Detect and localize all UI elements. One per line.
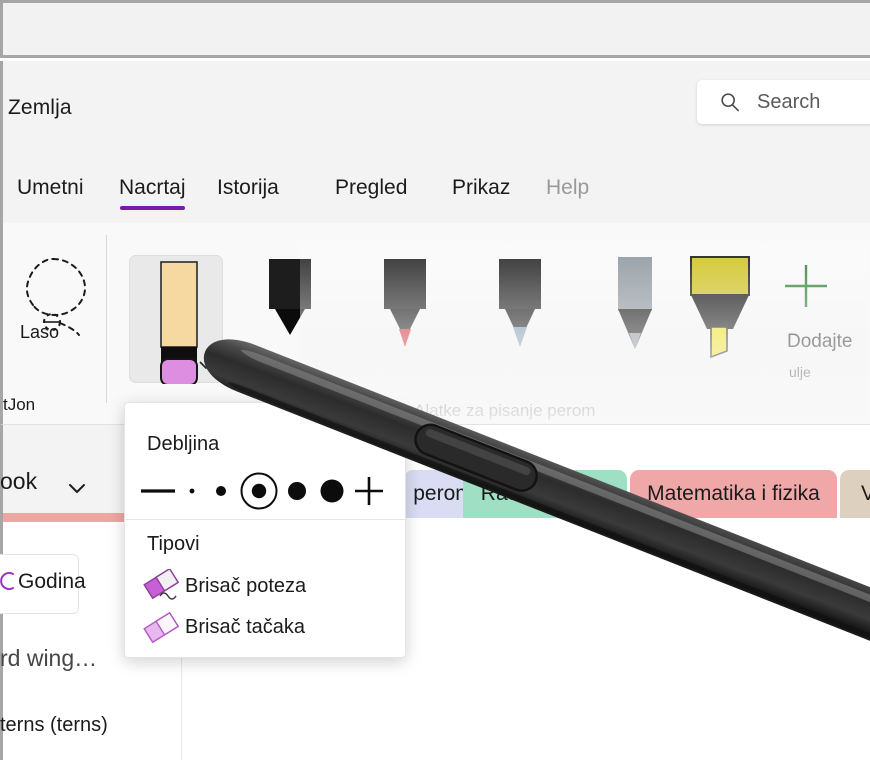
tab-umetni[interactable]: Umetni	[17, 176, 84, 204]
section-tab-radne-stavke[interactable]: Radne stavke	[463, 470, 627, 518]
pen-tool-black[interactable]	[243, 255, 337, 383]
page-list-item-wing[interactable]: rd wing…	[0, 645, 97, 672]
tab-nacrtaj[interactable]: Nacrtaj	[119, 176, 186, 210]
pen-red-icon	[384, 259, 426, 347]
pen-tool-blue[interactable]	[473, 255, 567, 383]
thickness-xxs	[189, 488, 195, 494]
thickness-s	[240, 472, 278, 510]
search-icon	[719, 91, 741, 113]
page-item-label: Godina	[18, 570, 86, 593]
page-bullet-icon	[0, 572, 16, 590]
thickness-options-row	[125, 463, 407, 519]
ribbon-tab-strip: Umetni Nacrtaj Istorija Pregled Prikaz H…	[0, 162, 870, 223]
pencil-gray-icon	[618, 257, 652, 349]
eraser-options-flyout: Debljina Tipovi Brisač poteza Brisač tač…	[124, 402, 407, 658]
lasso-button[interactable]	[11, 241, 97, 369]
thickness-xs	[216, 486, 226, 496]
chevron-down-icon[interactable]	[66, 477, 88, 499]
pen-tool-highlighter[interactable]	[675, 255, 769, 383]
tab-pregled[interactable]: Pregled	[335, 176, 407, 204]
chevron-down-icon[interactable]	[197, 356, 215, 374]
tab-help[interactable]: Help	[546, 176, 589, 204]
pen-black-icon	[269, 259, 311, 335]
section-tab-v[interactable]: V	[840, 470, 870, 518]
search-box[interactable]: Search	[697, 80, 870, 124]
pen-group-label: Alatke za pisanje perom	[414, 401, 596, 420]
menu-item-label: Brisač poteza	[185, 574, 307, 597]
group-left-label: tJon	[3, 395, 36, 414]
pen-tool-pencil[interactable]	[588, 255, 682, 383]
highlighter-yellow-icon	[690, 256, 750, 359]
notebook-switcher-label[interactable]: ook	[0, 468, 37, 495]
add-pen-button[interactable]	[782, 262, 830, 310]
page-list-item-terns[interactable]: terns (terns)	[0, 714, 108, 737]
pen-blue-icon	[499, 259, 541, 347]
types-header: Tipovi	[147, 533, 200, 555]
tab-prikaz[interactable]: Prikaz	[452, 176, 510, 204]
eraser-point-icon	[139, 610, 185, 644]
flyout-divider	[125, 519, 407, 520]
lasso-label: Laso	[20, 322, 60, 342]
pen-tool-red[interactable]	[358, 255, 452, 383]
onenote-window: Zemlja Search Umetni Nacrtaj Istorija Pr…	[0, 0, 870, 760]
thickness-l	[320, 479, 344, 503]
add-pen-label-line2: ulje	[789, 364, 811, 380]
menu-item-label: Brisač tačaka	[185, 615, 306, 638]
notebook-title: Zemlja	[8, 96, 72, 119]
section-tab-label: Radne stavke	[480, 482, 610, 505]
thickness-plus	[355, 477, 383, 505]
thickness-header: Debljina	[147, 433, 220, 455]
section-tab-label: V	[860, 482, 870, 505]
section-tab-label: Matematika i fizika	[647, 482, 820, 505]
section-tab-matematika-i-fizika[interactable]: Matematika i fizika	[630, 470, 837, 518]
tab-istorija[interactable]: Istorija	[217, 176, 279, 204]
eraser-stroke-icon	[139, 569, 185, 603]
menu-item-stroke-eraser[interactable]: Brisač poteza	[139, 567, 395, 605]
menu-item-point-eraser[interactable]: Brisač tačaka	[139, 608, 395, 646]
pen-tool-eraser[interactable]	[129, 255, 223, 386]
window-title-bar	[0, 0, 870, 58]
plus-icon	[785, 265, 827, 307]
lasso-icon	[25, 258, 87, 336]
ribbon-body: Laso tJon Alatke za pisanje perom	[0, 223, 870, 425]
thickness-m	[288, 482, 306, 500]
search-placeholder: Search	[757, 90, 821, 113]
add-pen-label-line1: Dodajte	[787, 331, 853, 352]
